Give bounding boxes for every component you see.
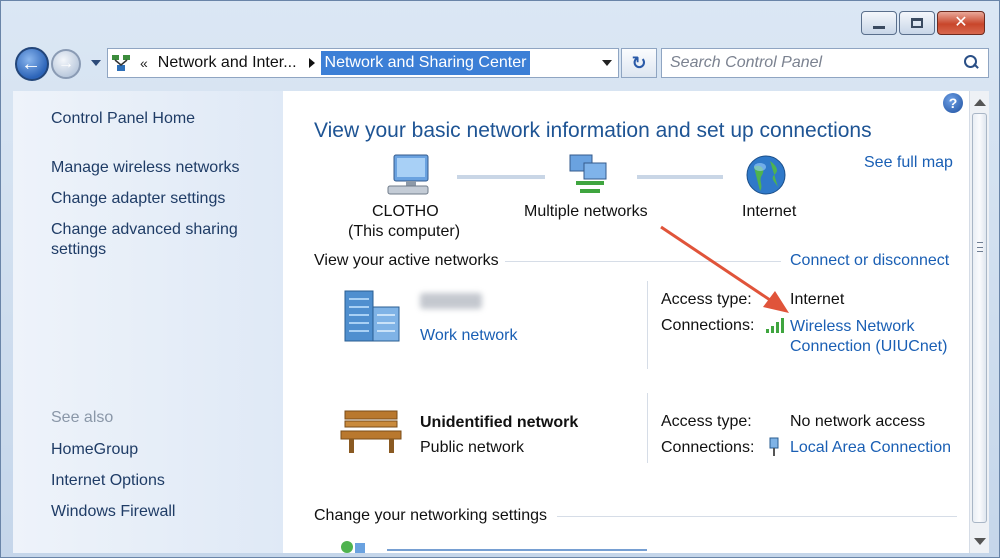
task-pane: Control Panel Home Manage wireless netwo…: [13, 91, 283, 553]
section-divider: [557, 516, 957, 517]
scroll-thumb[interactable]: [972, 113, 987, 523]
map-connector: [457, 175, 545, 179]
column-divider: [647, 393, 648, 463]
minimize-icon: [873, 25, 885, 29]
multiple-networks-label: Multiple networks: [524, 203, 648, 220]
wireless-link-line-1: Wireless Network: [790, 318, 915, 335]
wireless-link-line-2: Connection (UIUCnet): [790, 338, 948, 355]
search-box[interactable]: [661, 48, 989, 78]
network-folder-icon: [108, 49, 134, 77]
wireless-signal-icon: [766, 318, 784, 333]
local-area-connection-link[interactable]: Local Area Connection: [790, 439, 951, 457]
connections-label: Connections:: [661, 317, 755, 334]
change-settings-title: Change your networking settings: [314, 507, 548, 524]
computer-icon[interactable]: [386, 153, 434, 197]
control-panel-home-link[interactable]: Control Panel Home: [51, 109, 195, 129]
address-bar[interactable]: « Network and Inter... Network and Shari…: [107, 48, 619, 78]
page-title: View your basic network information and …: [314, 119, 872, 142]
blurred-network-name: [420, 293, 482, 309]
navigation-bar: ← → « Network and Inter... Network and S…: [13, 43, 989, 83]
cut-off-link-underline: [387, 549, 647, 551]
public-network-bench-icon: [340, 410, 402, 453]
refresh-button[interactable]: ↻: [621, 48, 657, 78]
active-networks-title: View your active networks: [314, 252, 499, 269]
see-also-label: See also: [51, 409, 114, 426]
breadcrumb-parent[interactable]: Network and Inter...: [152, 54, 303, 72]
work-network-link[interactable]: Work network: [420, 327, 518, 345]
forward-button[interactable]: →: [51, 49, 81, 79]
change-advanced-sharing-link[interactable]: Change advanced sharing settings: [51, 220, 251, 260]
computer-sub-label: (This computer): [348, 223, 461, 240]
connections-label: Connections:: [661, 439, 755, 456]
windows-firewall-link[interactable]: Windows Firewall: [51, 502, 175, 522]
network-sharing-window: ✕ ← → « Network and Inter... Network and…: [0, 0, 1000, 558]
recent-pages-dropdown[interactable]: [89, 55, 103, 71]
unidentified-network-name: Unidentified network: [420, 414, 579, 431]
vertical-scrollbar[interactable]: [969, 91, 989, 553]
ethernet-plug-icon: [769, 437, 779, 456]
scroll-down-icon[interactable]: [974, 538, 986, 545]
breadcrumb-current[interactable]: Network and Sharing Center: [320, 51, 531, 75]
map-connector: [637, 175, 723, 179]
access-type-value: No network access: [790, 413, 926, 430]
breadcrumb-overflow-icon[interactable]: «: [134, 55, 152, 71]
column-divider: [647, 281, 648, 369]
computer-name: CLOTHO: [372, 203, 439, 220]
scroll-grip-icon: [977, 242, 983, 252]
multiple-networks-icon[interactable]: [566, 153, 614, 197]
work-network-building-icon: [344, 290, 400, 342]
section-divider: [505, 261, 781, 262]
maximize-button[interactable]: [899, 11, 935, 35]
back-button[interactable]: ←: [15, 47, 49, 81]
chevron-down-icon: [91, 60, 101, 66]
address-dropdown-button[interactable]: [596, 49, 618, 77]
search-icon[interactable]: [962, 54, 980, 72]
public-network-label: Public network: [420, 439, 525, 456]
manage-wireless-networks-link[interactable]: Manage wireless networks: [51, 158, 240, 178]
refresh-icon: ↻: [631, 52, 647, 73]
maximize-icon: [911, 18, 923, 28]
access-type-label: Access type:: [661, 413, 752, 430]
wireless-network-connection-link[interactable]: Wireless Network Connection (UIUCnet): [790, 317, 947, 357]
help-icon[interactable]: ?: [943, 93, 963, 113]
internet-globe-icon[interactable]: [744, 153, 788, 197]
back-arrow-icon: ←: [21, 52, 41, 75]
homegroup-link[interactable]: HomeGroup: [51, 440, 138, 460]
access-type-value: Internet: [790, 291, 845, 308]
internet-label: Internet: [742, 203, 797, 220]
see-full-map-link[interactable]: See full map: [864, 154, 953, 172]
breadcrumb-separator-icon[interactable]: [308, 58, 315, 68]
access-type-label: Access type:: [661, 291, 752, 308]
search-input[interactable]: [670, 54, 962, 72]
scroll-up-icon[interactable]: [974, 99, 986, 106]
chevron-down-icon: [602, 60, 612, 66]
change-adapter-settings-link[interactable]: Change adapter settings: [51, 189, 225, 209]
internet-options-link[interactable]: Internet Options: [51, 471, 165, 491]
close-button[interactable]: ✕: [937, 11, 985, 35]
connect-or-disconnect-link[interactable]: Connect or disconnect: [790, 252, 949, 270]
minimize-button[interactable]: [861, 11, 897, 35]
caption-buttons: ✕: [861, 11, 985, 35]
close-icon: ✕: [954, 14, 968, 31]
forward-arrow-icon: →: [58, 55, 74, 72]
new-connection-icon: [341, 541, 365, 553]
cut-off-setup-link[interactable]: [387, 543, 647, 553]
main-content: ? View your basic network information an…: [283, 91, 969, 553]
